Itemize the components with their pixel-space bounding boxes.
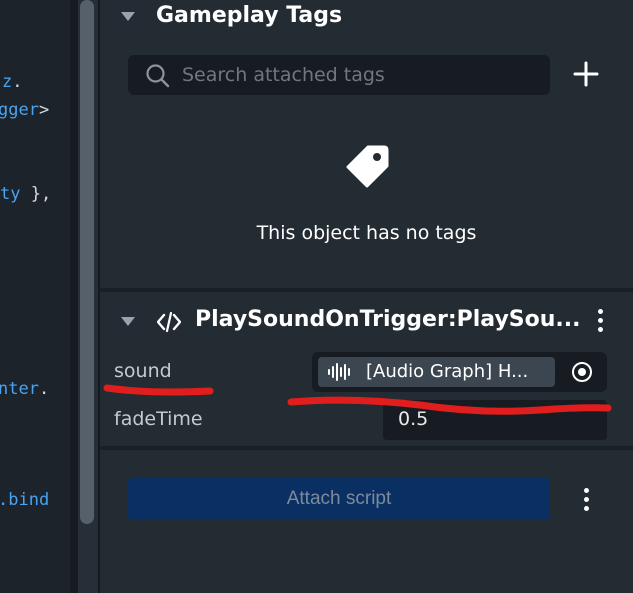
code-editor-pane[interactable]: z. gger> ty }, nter. .bind bbox=[0, 0, 70, 593]
gameplay-tags-title: Gameplay Tags bbox=[156, 3, 343, 28]
code-line: .bind bbox=[0, 490, 49, 510]
attach-menu-kebab-icon[interactable] bbox=[581, 488, 591, 515]
code-line: nter. bbox=[0, 379, 49, 399]
code-token: gger bbox=[0, 100, 39, 120]
search-icon bbox=[146, 64, 170, 88]
sound-asset-value: [Audio Graph] H... bbox=[366, 361, 529, 382]
component-title: PlaySoundOnTrigger:PlaySou... bbox=[195, 307, 581, 332]
collapse-chevron-icon[interactable] bbox=[121, 317, 135, 326]
fadetime-input[interactable]: 0.5 bbox=[383, 400, 607, 440]
attach-script-button[interactable]: Attach script bbox=[128, 478, 550, 520]
fadetime-value: 0.5 bbox=[398, 408, 429, 430]
search-placeholder: Search attached tags bbox=[182, 64, 385, 86]
collapse-chevron-icon[interactable] bbox=[121, 12, 135, 21]
add-tag-plus-icon[interactable] bbox=[572, 60, 600, 88]
asset-chip[interactable]: [Audio Graph] H... bbox=[318, 357, 555, 387]
component-menu-kebab-icon[interactable] bbox=[595, 309, 605, 336]
code-token: nter bbox=[0, 379, 39, 399]
code-token: .bind bbox=[0, 490, 50, 510]
code-token: . bbox=[12, 72, 23, 92]
code-line: z. bbox=[2, 72, 23, 92]
attach-script-label: Attach script bbox=[286, 488, 392, 509]
script-code-icon bbox=[157, 311, 181, 333]
code-token: . bbox=[38, 379, 50, 399]
code-line: ty }, bbox=[0, 184, 51, 204]
code-token: }, bbox=[20, 184, 52, 204]
code-token: > bbox=[38, 100, 50, 120]
property-label-fadetime: fadeTime bbox=[114, 408, 203, 430]
code-token: ty bbox=[0, 184, 21, 204]
tag-icon bbox=[346, 145, 389, 188]
code-token: z bbox=[2, 72, 13, 92]
code-line: gger> bbox=[0, 100, 49, 120]
asset-picker-target-icon[interactable] bbox=[571, 361, 593, 383]
editor-gutter bbox=[70, 0, 78, 593]
sound-asset-field[interactable]: [Audio Graph] H... bbox=[312, 352, 607, 392]
inspector-panel: Gameplay Tags Search attached tags This … bbox=[100, 0, 633, 593]
property-label-sound: sound bbox=[114, 360, 172, 382]
no-tags-message: This object has no tags bbox=[256, 222, 477, 244]
section-divider bbox=[100, 446, 633, 450]
editor-scrollbar-thumb[interactable] bbox=[80, 0, 94, 524]
tag-search-input[interactable]: Search attached tags bbox=[128, 55, 550, 95]
section-divider bbox=[100, 288, 633, 292]
audio-waveform-icon bbox=[328, 363, 350, 381]
